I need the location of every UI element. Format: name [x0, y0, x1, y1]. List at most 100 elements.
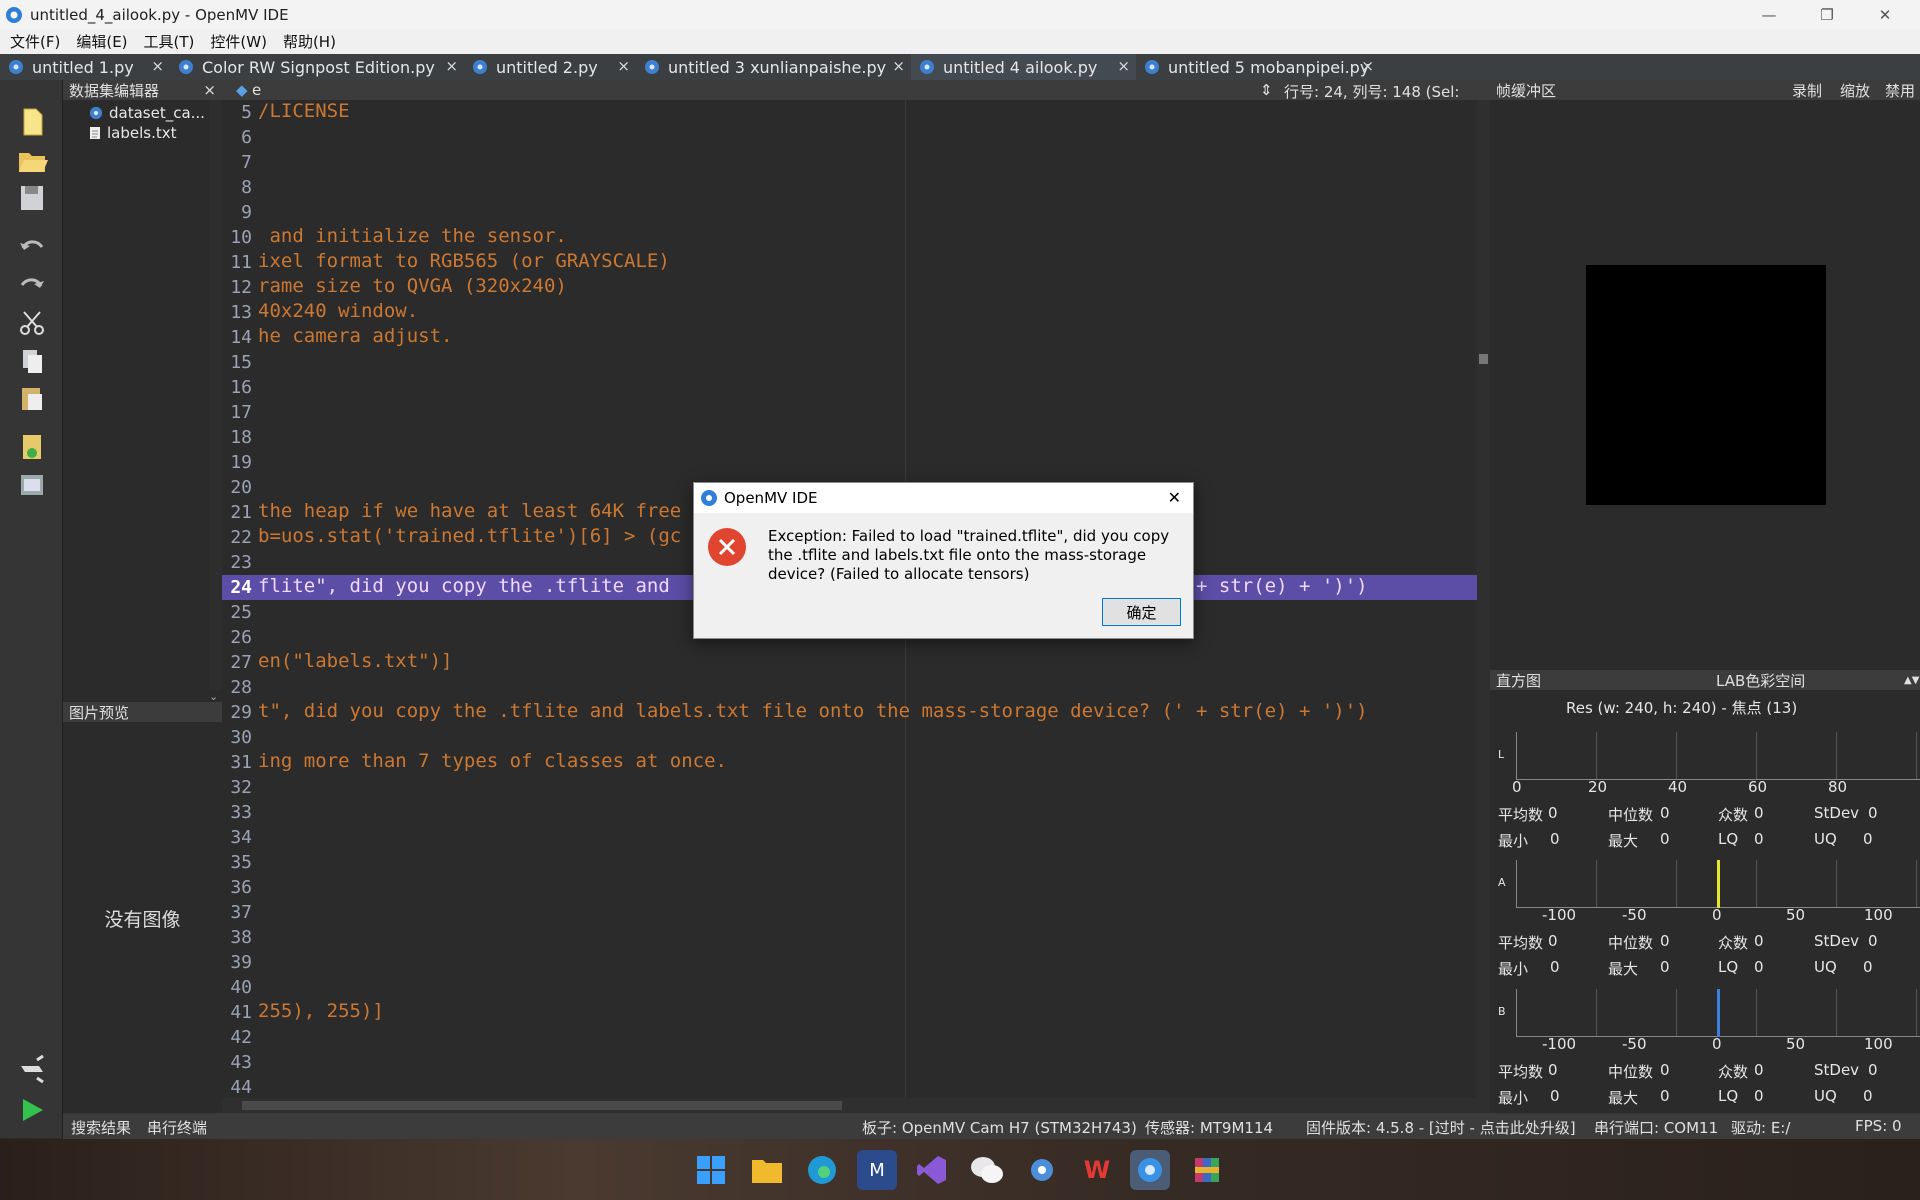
dataset-close-icon[interactable]: × — [203, 81, 216, 99]
wps-office-icon[interactable]: W — [1077, 1150, 1117, 1190]
dialog-close-icon[interactable]: ✕ — [1168, 488, 1181, 507]
line-number: 17 — [230, 402, 252, 423]
undo-icon[interactable] — [15, 230, 49, 264]
menu-file[interactable]: 文件(F) — [10, 31, 60, 52]
edge-browser-icon[interactable] — [802, 1150, 842, 1190]
file-marker: e — [252, 81, 262, 99]
tab-close-icon[interactable]: × — [445, 57, 458, 75]
tab-label: untitled 3 xunlianpaishe.py — [668, 57, 887, 77]
tab-untitled-5[interactable]: untitled 5 mobanpipei.py × — [1136, 54, 1380, 80]
dialog-message: Exception: Failed to load "trained.tflit… — [768, 527, 1170, 583]
tab-close-icon[interactable]: × — [1361, 57, 1374, 75]
run-icon[interactable] — [15, 1093, 49, 1127]
notes-app-icon[interactable]: M — [857, 1150, 897, 1190]
line-number: 12 — [230, 277, 252, 298]
line-number: 10 — [230, 227, 252, 248]
open-folder-icon[interactable] — [15, 143, 49, 177]
hscroll-thumb[interactable] — [242, 1101, 842, 1110]
menu-help[interactable]: 帮助(H) — [283, 31, 336, 52]
search-results-tab[interactable]: 搜索结果 — [71, 1117, 131, 1138]
code-line: 32 — [222, 775, 1477, 800]
example-file-icon[interactable] — [15, 430, 49, 464]
sort-arrows-icon[interactable]: ⇕ — [1260, 81, 1273, 99]
minimize-button[interactable]: — — [1740, 0, 1798, 29]
redo-icon[interactable] — [15, 268, 49, 302]
tab-close-icon[interactable]: × — [617, 57, 630, 75]
channel-b-label: B — [1498, 1005, 1506, 1018]
line-number: 30 — [230, 727, 252, 748]
firmware-info[interactable]: 固件版本: 4.5.8 - [过时 - 点击此处升级] — [1306, 1117, 1576, 1138]
code-line: 11 ixel format to RGB565 (or GRAYSCALE) — [222, 250, 1477, 275]
scroll-thumb[interactable] — [1479, 354, 1488, 364]
board-info: 板子: OpenMV Cam H7 (STM32H743) — [862, 1119, 1137, 1137]
stat-value: 0 — [1754, 804, 1764, 822]
dialog-title: OpenMV IDE — [724, 489, 818, 507]
dropdown-arrow-icon[interactable]: ▲▼ — [1904, 675, 1919, 686]
tick-label: 20 — [1588, 778, 1608, 796]
colorspace-select[interactable]: LAB色彩空间 — [1716, 670, 1805, 691]
openmv-taskbar-icon[interactable] — [1130, 1150, 1170, 1190]
stat-min: 最小 — [1498, 1089, 1529, 1107]
tab-untitled-1[interactable]: untitled 1.py × — [0, 54, 170, 80]
editor-vscrollbar[interactable] — [1477, 100, 1490, 1098]
tab-untitled-4[interactable]: untitled 4 ailook.py × — [911, 54, 1136, 80]
serial-terminal-tab[interactable]: 串行终端 — [147, 1117, 207, 1138]
code-text: t", did you copy the .tflite and labels.… — [258, 700, 1368, 722]
tree-item-dataset[interactable]: dataset_ca... — [89, 104, 205, 122]
histogram-title: 直方图 — [1496, 671, 1542, 690]
line-number: 29 — [230, 702, 252, 723]
left-toolbar — [0, 80, 63, 1138]
paste-icon[interactable] — [15, 382, 49, 416]
tab-color-rw[interactable]: Color RW Signpost Edition.py × — [170, 54, 464, 80]
error-dialog: OpenMV IDE ✕ Exception: Failed to load "… — [693, 482, 1194, 639]
tab-untitled-3[interactable]: untitled 3 xunlianpaishe.py × — [636, 54, 911, 80]
stat-value: 0 — [1868, 804, 1878, 822]
code-line: 29 t", did you copy the .tflite and label… — [222, 700, 1477, 725]
code-line: 31 ing more than 7 types of classes at on… — [222, 750, 1477, 775]
openmv-logo-icon — [701, 490, 717, 506]
dataset-scrollbar[interactable] — [209, 100, 222, 690]
resolution-label: Res (w: 240, h: 240) - 焦点 (13) — [1566, 699, 1798, 717]
tree-item-labels[interactable]: labels.txt — [89, 124, 177, 142]
stat-value: 0 — [1548, 804, 1558, 822]
ok-button[interactable]: 确定 — [1102, 598, 1181, 626]
file-explorer-icon[interactable] — [747, 1150, 787, 1190]
disable-button[interactable]: 禁用 — [1885, 80, 1915, 101]
python-file-icon — [473, 60, 487, 74]
cut-icon[interactable] — [15, 306, 49, 340]
menu-edit[interactable]: 编辑(E) — [76, 31, 127, 52]
tab-close-icon[interactable]: × — [892, 57, 905, 75]
visual-studio-icon[interactable] — [912, 1150, 952, 1190]
stat-min: 最小 — [1498, 832, 1529, 850]
winrar-icon[interactable] — [1187, 1150, 1227, 1190]
dialog-titlebar: OpenMV IDE ✕ — [694, 483, 1193, 513]
save-icon[interactable] — [15, 181, 49, 215]
tab-close-icon[interactable]: × — [1117, 57, 1130, 75]
tab-close-icon[interactable]: × — [151, 57, 164, 75]
line-number: 14 — [230, 327, 252, 348]
serial-port-info: 串行端口: COM11 — [1594, 1119, 1719, 1137]
frame-buffer-title: 帧缓冲区 — [1496, 81, 1557, 100]
python-file-icon — [920, 60, 934, 74]
tab-untitled-2[interactable]: untitled 2.py × — [464, 54, 636, 80]
close-window-button[interactable]: ✕ — [1856, 0, 1914, 29]
fold-icon[interactable]: ⌄ — [209, 690, 222, 704]
menu-widgets[interactable]: 控件(W) — [210, 31, 267, 52]
menu-tools[interactable]: 工具(T) — [144, 31, 195, 52]
editor-hscrollbar[interactable] — [222, 1098, 1490, 1113]
stat-value: 0 — [1863, 1087, 1873, 1105]
connect-icon[interactable] — [15, 1052, 49, 1086]
code-text: /LICENSE — [258, 100, 350, 122]
stat-stdev: StDev — [1814, 804, 1860, 822]
code-line: 40 — [222, 975, 1477, 1000]
wechat-icon[interactable] — [967, 1150, 1007, 1190]
settings-gear-icon[interactable] — [1022, 1150, 1062, 1190]
maximize-button[interactable]: ❐ — [1798, 0, 1856, 29]
image-preview-area: 没有图像 — [63, 722, 222, 1113]
record-button[interactable]: 录制 — [1792, 80, 1822, 101]
copy-icon[interactable] — [15, 344, 49, 378]
windows-start-icon[interactable] — [691, 1150, 731, 1190]
save-image-icon[interactable] — [15, 468, 49, 502]
zoom-button[interactable]: 缩放 — [1840, 80, 1870, 101]
new-file-icon[interactable] — [15, 105, 49, 139]
